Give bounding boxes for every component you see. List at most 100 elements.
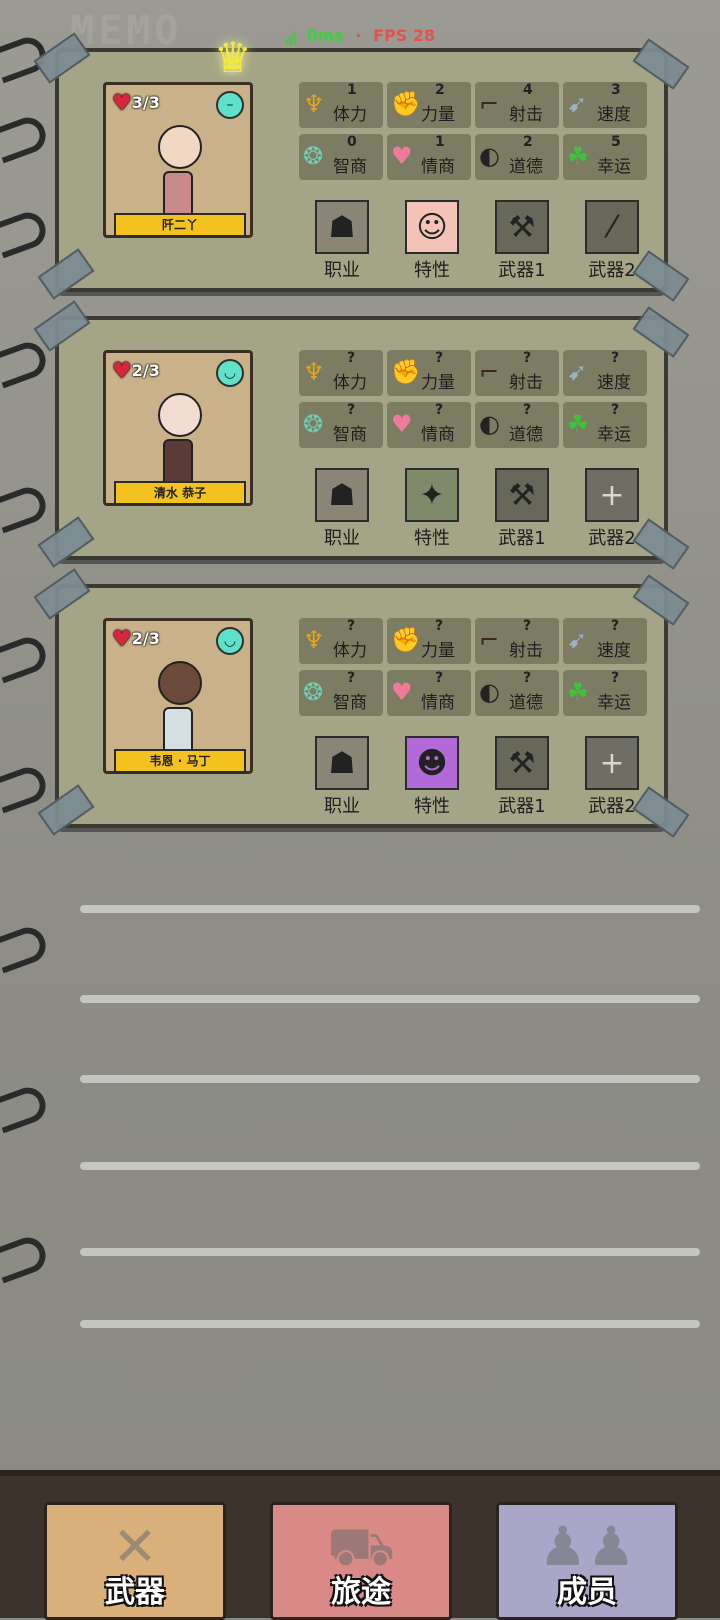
ruled-line	[80, 1075, 700, 1083]
crown-icon: ♛	[214, 33, 252, 82]
ring-icon	[0, 762, 51, 814]
equipment-slots: ☗ 职业 ☻ 特性 ⚒ 武器1 + 武器2	[299, 736, 659, 818]
stat-strength[interactable]: ✊? 力量	[387, 618, 471, 664]
slot-trait[interactable]: ✦ 特性	[389, 468, 475, 550]
occupation-icon: ☗	[315, 468, 369, 522]
character-card[interactable]: ♛ ♥3/3 – 阡二丫 ♆ 1 体力 ✊ 2 力量 ⌐ 4 射击 ➹ 3 速度 ❂ 0 智商 ♥ 1…	[33, 32, 690, 302]
stamina-icon: ♆	[303, 626, 325, 654]
mood-happy-icon: ◡	[216, 359, 244, 387]
stat-morality[interactable]: ◐ 2 道德	[475, 134, 559, 180]
stat-morality[interactable]: ◐? 道德	[475, 402, 559, 448]
character-portrait[interactable]: ♥2/3 ◡ 清水 恭子	[103, 350, 253, 506]
heart-icon: ♥	[391, 410, 413, 438]
slot-weapon-1[interactable]: ⚒ 武器1	[479, 736, 565, 818]
slot-occupation[interactable]: ☗ 职业	[299, 468, 385, 550]
ring-icon	[0, 1232, 51, 1284]
axe-icon: ⚒	[495, 200, 549, 254]
stat-luck[interactable]: ☘ 5 幸运	[563, 134, 647, 180]
brain-icon: ❂	[303, 410, 324, 438]
strength-icon: ✊	[391, 626, 421, 654]
mood-happy-icon: ◡	[216, 627, 244, 655]
stat-stamina[interactable]: ♆? 体力	[299, 350, 383, 396]
mask-icon: ◐	[479, 410, 500, 438]
ring-icon	[0, 112, 51, 164]
pistol-icon: ⌐	[479, 626, 500, 654]
character-figure	[158, 393, 202, 493]
stamina-icon: ♆	[303, 358, 325, 386]
boot-icon: ➹	[567, 90, 588, 118]
nav-members-label: 成员	[557, 1575, 617, 1610]
slot-weapon-2[interactable]: + 武器2	[569, 468, 655, 550]
stat-strength[interactable]: ✊? 力量	[387, 350, 471, 396]
status-separator: ·	[355, 26, 362, 45]
occupation-icon: ☗	[315, 200, 369, 254]
tape-decoration	[37, 516, 95, 568]
nav-weapons-button[interactable]: ✕ 武器	[44, 1502, 226, 1620]
nav-members-button[interactable]: ♟♟ 成员	[496, 1502, 678, 1620]
nav-weapons-label: 武器	[105, 1575, 165, 1610]
stat-intelligence[interactable]: ❂? 智商	[299, 670, 383, 716]
tape-decoration	[37, 248, 95, 300]
stat-stamina[interactable]: ♆ 1 体力	[299, 82, 383, 128]
ring-icon	[0, 482, 51, 534]
hp-text: 3/3	[131, 93, 160, 112]
boot-icon: ➹	[567, 626, 588, 654]
character-name: 清水 恭子	[114, 481, 246, 505]
heart-icon: ♥	[112, 91, 132, 116]
tape-decoration	[33, 568, 91, 620]
slot-weapon-1[interactable]: ⚒ 武器1	[479, 200, 565, 282]
character-card[interactable]: ♥2/3 ◡ 韦恩 · 马丁 ♆? 体力 ✊? 力量 ⌐? 射击 ➹? 速度 ❂? 智商 …	[33, 568, 690, 838]
character-portrait[interactable]: ♥2/3 ◡ 韦恩 · 马丁	[103, 618, 253, 774]
trait-purple-monster-icon: ☻	[405, 736, 459, 790]
network-status: 0ms · FPS 28	[0, 26, 720, 45]
clover-icon: ☘	[567, 410, 589, 438]
stat-shooting[interactable]: ⌐? 射击	[475, 618, 559, 664]
character-name: 韦恩 · 马丁	[114, 749, 246, 773]
memo-notebook: MEMO 0ms · FPS 28 ♛ ♥3/3 – 阡二丫 ♆ 1 体力 ✊ …	[0, 0, 720, 1470]
stat-emotional[interactable]: ♥ 1 情商	[387, 134, 471, 180]
slot-occupation[interactable]: ☗ 职业	[299, 736, 385, 818]
ruled-line	[80, 1320, 700, 1328]
stat-intelligence[interactable]: ❂ 0 智商	[299, 134, 383, 180]
brain-icon: ❂	[303, 678, 324, 706]
stat-intelligence[interactable]: ❂? 智商	[299, 402, 383, 448]
tape-decoration	[37, 784, 95, 836]
nav-journey-button[interactable]: ⛟ 旅途	[270, 1502, 452, 1620]
stat-luck[interactable]: ☘? 幸运	[563, 402, 647, 448]
axe-icon: ⚒	[495, 468, 549, 522]
stat-strength[interactable]: ✊ 2 力量	[387, 82, 471, 128]
stat-shooting[interactable]: ⌐ 4 射击	[475, 82, 559, 128]
stat-speed[interactable]: ➹? 速度	[563, 350, 647, 396]
character-portrait[interactable]: ♛ ♥3/3 – 阡二丫	[103, 33, 253, 238]
hp-indicator: ♥3/3	[112, 91, 160, 116]
slot-weapon-1[interactable]: ⚒ 武器1	[479, 468, 565, 550]
hp-text: 2/3	[131, 629, 160, 648]
ruled-line	[80, 995, 700, 1003]
stat-stamina[interactable]: ♆? 体力	[299, 618, 383, 664]
stats-grid: ♆? 体力 ✊? 力量 ⌐? 射击 ➹? 速度 ❂? 智商 ♥? 情商 ◐? 道德 ☘? 幸运	[299, 618, 649, 716]
heart-icon: ♥	[112, 359, 132, 384]
stat-speed[interactable]: ➹? 速度	[563, 618, 647, 664]
slot-weapon-2[interactable]: ⁄ 武器2	[569, 200, 655, 282]
stat-morality[interactable]: ◐? 道德	[475, 670, 559, 716]
clover-icon: ☘	[567, 678, 589, 706]
stat-shooting[interactable]: ⌐? 射击	[475, 350, 559, 396]
plus-icon: +	[585, 736, 639, 790]
slot-occupation[interactable]: ☗ 职业	[299, 200, 385, 282]
character-card[interactable]: ♥2/3 ◡ 清水 恭子 ♆? 体力 ✊? 力量 ⌐? 射击 ➹? 速度 ❂? 智商 ♥?…	[33, 300, 690, 570]
stats-grid: ♆ 1 体力 ✊ 2 力量 ⌐ 4 射击 ➹ 3 速度 ❂ 0 智商 ♥ 1 情商 ◐ 2 道德 ☘ 5 幸运	[299, 82, 649, 180]
stat-emotional[interactable]: ♥? 情商	[387, 402, 471, 448]
mask-icon: ◐	[479, 678, 500, 706]
slot-weapon-2[interactable]: + 武器2	[569, 736, 655, 818]
pistol-icon: ⌐	[479, 90, 500, 118]
hp-indicator: ♥2/3	[112, 359, 160, 384]
slot-trait[interactable]: ☻ 特性	[389, 736, 475, 818]
ruled-line	[80, 905, 700, 913]
stat-speed[interactable]: ➹ 3 速度	[563, 82, 647, 128]
character-name: 阡二丫	[114, 213, 246, 237]
stat-emotional[interactable]: ♥? 情商	[387, 670, 471, 716]
stamina-icon: ♆	[303, 90, 325, 118]
ring-icon	[0, 1082, 51, 1134]
slot-trait[interactable]: ☺ 特性	[389, 200, 475, 282]
stat-luck[interactable]: ☘? 幸运	[563, 670, 647, 716]
